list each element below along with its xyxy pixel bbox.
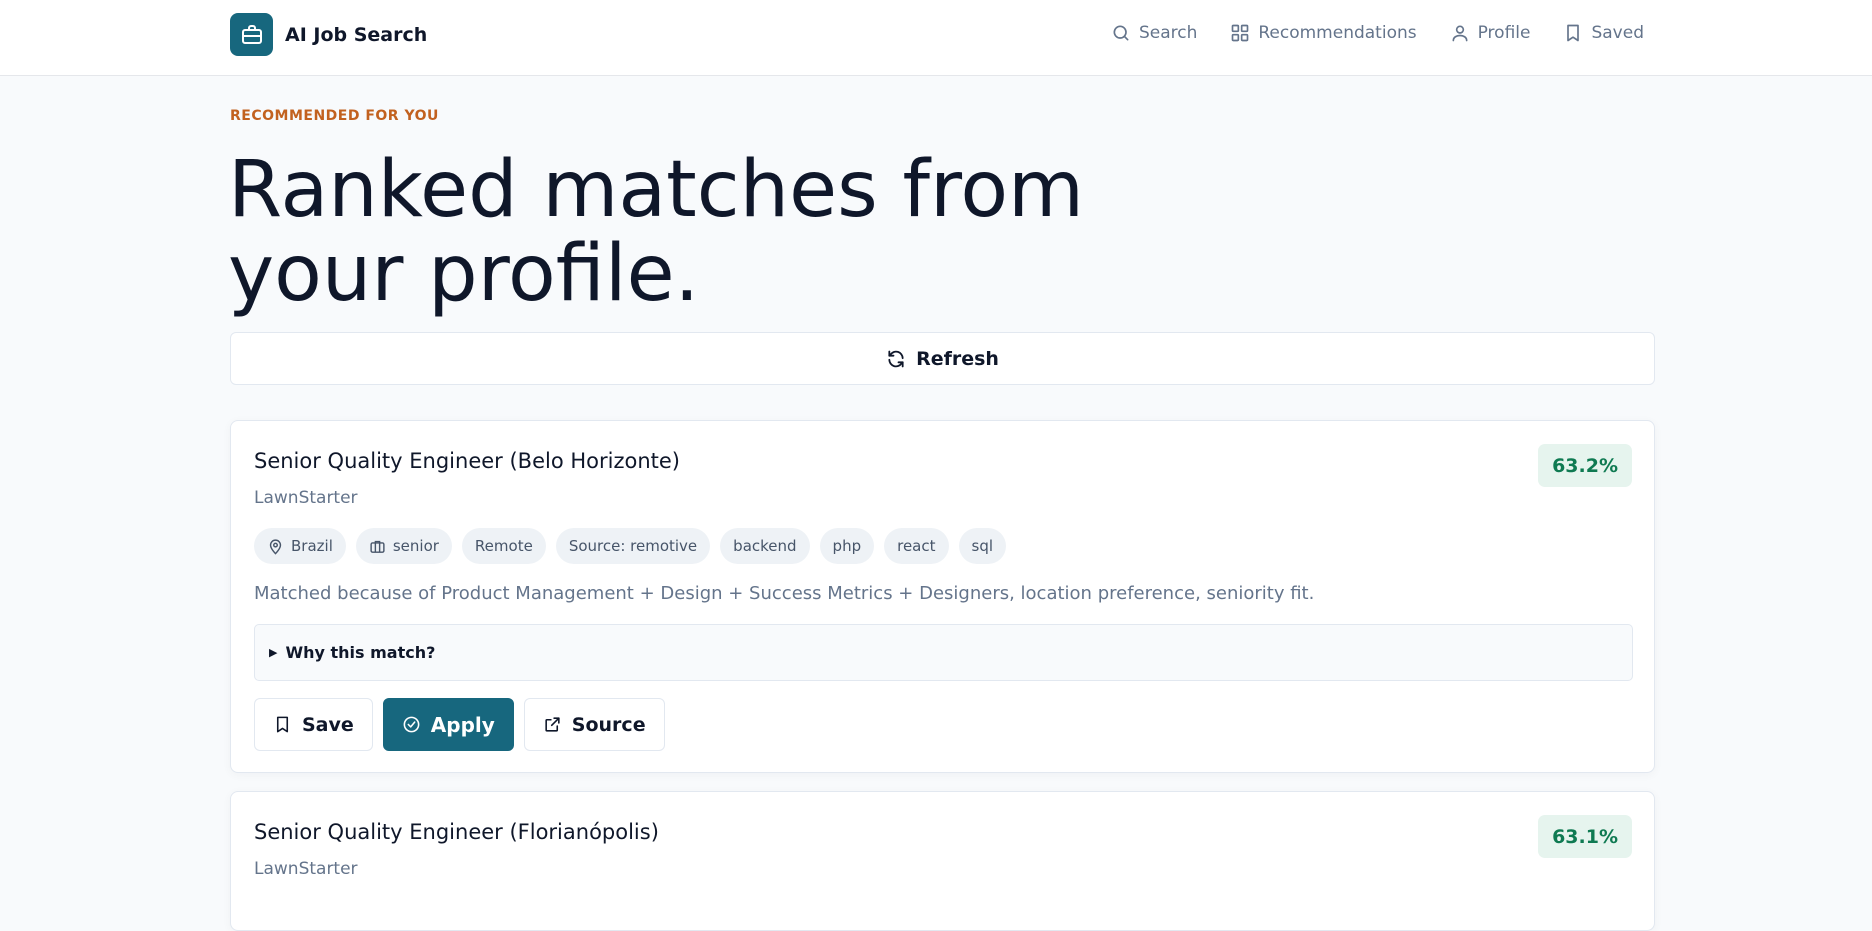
page-title: Ranked matches from your profile.	[228, 145, 1085, 319]
grid-icon	[1232, 24, 1249, 42]
save-label: Save	[302, 713, 354, 736]
match-score-badge: 63.2%	[1538, 444, 1632, 487]
refresh-button[interactable]: Refresh	[230, 332, 1655, 385]
brand[interactable]: AI Job Search	[230, 13, 427, 56]
seniority-tag-label: senior	[392, 537, 439, 555]
job-actions: Save Apply Source	[254, 698, 665, 751]
match-reason: Matched because of Product Management + …	[254, 583, 1315, 604]
search-icon	[1113, 25, 1129, 41]
nav-recommendations[interactable]: Recommendations	[1230, 23, 1417, 43]
bookmark-icon	[276, 716, 289, 733]
nav-saved-label: Saved	[1591, 23, 1644, 43]
nav-profile-label: Profile	[1477, 23, 1531, 43]
tag-react: react	[884, 528, 949, 564]
check-circle-icon	[403, 716, 420, 733]
match-score-badge: 63.1%	[1538, 815, 1632, 858]
save-button[interactable]: Save	[254, 698, 373, 751]
job-tags: Brazil senior Remote Source: remotive ba…	[254, 528, 1007, 564]
source-label: Source	[571, 713, 646, 736]
tag-source: Source: remotive	[555, 528, 711, 564]
disclosure-triangle-icon: ▶	[269, 646, 278, 659]
bookmark-icon	[1567, 24, 1580, 42]
top-navigation-bar: AI Job Search Search Recommendations Pro…	[0, 0, 1872, 76]
company-name: LawnStarter	[254, 488, 358, 508]
external-link-icon	[545, 717, 560, 732]
location-tag-label: Brazil	[291, 537, 333, 555]
source-button[interactable]: Source	[523, 698, 665, 751]
user-icon	[1452, 25, 1468, 42]
nav-recommendations-label: Recommendations	[1258, 23, 1417, 43]
map-pin-icon	[269, 538, 282, 555]
tag-remote: Remote	[461, 528, 546, 564]
nav-search-label: Search	[1138, 23, 1198, 43]
why-this-match-toggle[interactable]: ▶ Why this match?	[254, 624, 1633, 681]
apply-button[interactable]: Apply	[382, 698, 514, 751]
company-name: LawnStarter	[254, 859, 358, 879]
seniority-tag: senior	[355, 528, 452, 564]
app-name: AI Job Search	[285, 23, 428, 46]
tag-php: php	[819, 528, 875, 564]
job-title[interactable]: Senior Quality Engineer (Florianópolis)	[254, 820, 659, 844]
apply-label: Apply	[430, 712, 495, 737]
why-this-match-label: Why this match?	[285, 643, 436, 662]
section-eyebrow: RECOMMENDED FOR YOU	[230, 108, 439, 124]
nav-profile[interactable]: Profile	[1450, 23, 1531, 43]
refresh-icon	[888, 350, 904, 367]
location-tag: Brazil	[254, 528, 346, 564]
main-nav: Search Recommendations Profile Saved	[1111, 23, 1644, 43]
tag-backend: backend	[720, 528, 810, 564]
briefcase-icon	[370, 540, 385, 553]
job-card: Senior Quality Engineer (Belo Horizonte)…	[230, 420, 1655, 773]
job-card: Senior Quality Engineer (Florianópolis) …	[230, 791, 1655, 931]
tag-sql: sql	[958, 528, 1007, 564]
job-title[interactable]: Senior Quality Engineer (Belo Horizonte)	[254, 449, 680, 473]
nav-saved[interactable]: Saved	[1563, 23, 1644, 43]
refresh-label: Refresh	[916, 347, 999, 370]
nav-search[interactable]: Search	[1111, 23, 1197, 43]
briefcase-icon	[230, 13, 273, 56]
